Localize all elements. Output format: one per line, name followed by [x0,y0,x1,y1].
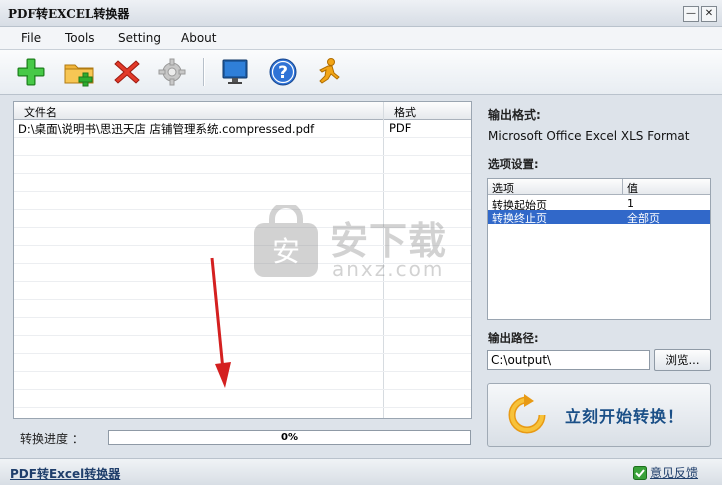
browse-button[interactable]: 浏览... [654,349,711,371]
options-divider [622,179,623,194]
delete-icon [114,60,140,84]
svg-text:?: ? [278,63,288,83]
minimize-button[interactable]: — [683,6,699,22]
output-path-label: 输出路径: [488,331,539,345]
column-filename[interactable]: 文件名 [24,104,57,120]
runner-icon [319,58,340,84]
options-column-option[interactable]: 选项 [492,180,514,196]
add-folder-icon [64,64,94,87]
options-column-value[interactable]: 值 [627,180,638,196]
empty-row [14,354,471,372]
empty-row [14,300,471,318]
option-row-start-page[interactable]: 转换起始页 1 [488,197,710,212]
options-table[interactable]: 选项 值 转换起始页 1 转换终止页 全部页 [487,178,711,320]
empty-row [14,156,471,174]
checkmark-icon [633,465,647,480]
settings-gear-icon [158,58,186,86]
svg-text:安: 安 [272,235,300,268]
monitor-icon [222,59,248,84]
option-value: 全部页 [627,212,660,225]
shopping-bag-icon: 安 [254,205,318,277]
menu-about[interactable]: About [181,31,216,45]
empty-row [14,138,471,156]
app-name-link[interactable]: PDF转Excel转换器 [10,465,120,482]
help-icon: ? [269,58,297,86]
progress-bar: 0% [108,430,471,445]
menu-bar: File Tools Setting About [0,27,722,50]
output-format-label: 输出格式: [488,108,541,122]
red-arrow-annotation [210,257,231,388]
file-format: PDF [389,121,412,135]
toolbar-separator [203,58,205,86]
progress-percent: 0% [281,432,298,443]
monitor-button[interactable] [218,56,252,88]
start-convert-label: 立刻开始转换！ [565,407,685,426]
settings-button[interactable] [155,56,189,88]
app-window: PDF转EXCEL转换器 — ✕ File Tools Setting Abou… [0,0,722,485]
option-row-end-page[interactable]: 转换终止页 全部页 [488,210,710,225]
empty-row [14,372,471,390]
add-folder-button[interactable] [62,56,96,88]
empty-row [14,336,471,354]
watermark-url: anxz.com [332,257,445,281]
feedback-label: 意见反馈 [650,466,699,480]
title-bar: PDF转EXCEL转换器 — ✕ [0,0,722,27]
file-row[interactable]: D:\桌面\说明书\思迅天店 店铺管理系统.compressed.pdf PDF [14,120,471,138]
output-format-value: Microsoft Office Excel XLS Format [488,129,690,143]
menu-setting[interactable]: Setting [118,31,161,45]
add-file-button[interactable] [14,56,48,88]
window-title: PDF转EXCEL转换器 [8,7,130,21]
refresh-icon [508,394,546,434]
empty-row [14,174,471,192]
column-format[interactable]: 格式 [394,104,416,120]
empty-row [14,390,471,408]
file-list-header: 文件名 格式 [14,102,471,120]
options-label: 选项设置: [488,157,539,171]
feedback-link[interactable]: 意见反馈 [633,464,698,481]
progress-label: 转换进度 ： [20,432,84,446]
delete-button[interactable] [110,56,144,88]
menu-file[interactable]: File [21,31,41,45]
status-bar: PDF转Excel转换器 意见反馈 [0,458,722,485]
option-name: 转换终止页 [492,212,547,225]
output-path-input[interactable]: C:\output\ [487,350,650,370]
help-button[interactable]: ? [266,56,300,88]
toolbar: ? [0,50,722,95]
add-file-icon [17,58,45,86]
file-name: D:\桌面\说明书\思迅天店 店铺管理系统.compressed.pdf [18,122,315,136]
empty-row [14,318,471,336]
close-button[interactable]: ✕ [701,6,717,22]
option-value: 1 [627,197,634,210]
menu-tools[interactable]: Tools [65,31,95,45]
start-convert-button[interactable]: 立刻开始转换！ [487,383,711,447]
runner-button[interactable] [312,56,346,88]
watermark: 安 安下载 anxz.com [250,205,475,285]
options-header: 选项 值 [488,179,710,195]
